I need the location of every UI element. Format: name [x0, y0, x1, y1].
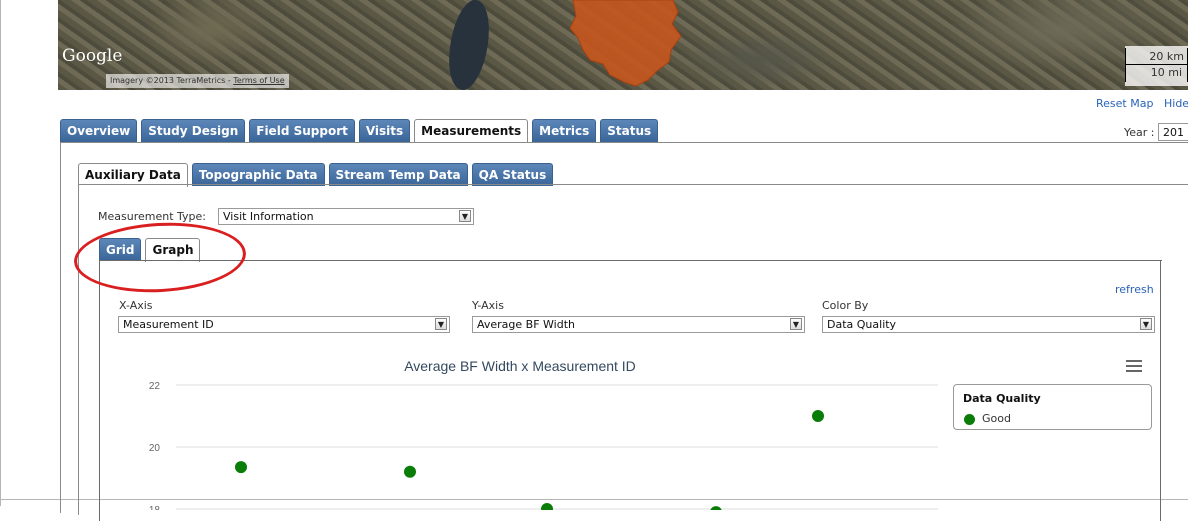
main-tabs: Overview Study Design Field Support Visi… [60, 119, 659, 143]
page-border-left [0, 0, 1, 506]
dropdown-arrow-icon: ▼ [790, 318, 802, 330]
legend-item-good[interactable]: Good [982, 412, 1011, 425]
scale-tick-left [1125, 48, 1126, 82]
color-by-value: Data Quality [827, 318, 897, 331]
refresh-link[interactable]: refresh [1115, 283, 1154, 296]
scatter-chart: Average BF Width x Measurement ID 222018 [149, 358, 938, 510]
chart-title: Average BF Width x Measurement ID [404, 358, 636, 374]
hide-map-link[interactable]: Hide [1164, 97, 1188, 110]
tab-visits[interactable]: Visits [358, 119, 411, 142]
chart-points [235, 410, 824, 510]
data-point[interactable] [541, 503, 553, 510]
tab-stream-temp-data[interactable]: Stream Temp Data [328, 163, 468, 186]
chart-legend: Data Quality Good [953, 384, 1152, 430]
chart-y-ticks: 222018 [149, 381, 161, 510]
imagery-text: Imagery ©2013 TerraMetrics - [110, 76, 234, 85]
data-point[interactable] [404, 465, 416, 478]
tab-overview[interactable]: Overview [60, 119, 138, 142]
dropdown-arrow-icon: ▼ [1140, 318, 1152, 330]
tab-study-design[interactable]: Study Design [141, 119, 246, 142]
legend-good-dot [964, 414, 975, 425]
color-by-select[interactable]: Data Quality ▼ [822, 316, 1155, 333]
tab-field-support[interactable]: Field Support [249, 119, 355, 142]
dropdown-arrow-icon: ▼ [435, 318, 447, 330]
y-axis-label: Y-Axis [472, 299, 504, 312]
x-axis-value: Measurement ID [123, 318, 214, 331]
dropdown-arrow-icon: ▼ [459, 210, 471, 222]
x-axis-label: X-Axis [119, 299, 153, 312]
year-label: Year : [1124, 126, 1155, 139]
scale-km: 20 km [1149, 50, 1184, 63]
map-scale: 20 km 10 mi [1125, 46, 1188, 86]
map-attribution: Imagery ©2013 TerraMetrics - Terms of Us… [106, 74, 289, 88]
y-tick-label: 20 [149, 443, 161, 454]
x-axis-select[interactable]: Measurement ID ▼ [118, 316, 450, 333]
data-point[interactable] [710, 506, 722, 510]
tab-status[interactable]: Status [600, 119, 659, 142]
data-point[interactable] [812, 410, 824, 422]
measurement-type-select[interactable]: Visit Information ▼ [218, 208, 474, 225]
scale-line [1125, 64, 1188, 65]
measurement-type-label: Measurement Type: [98, 210, 206, 223]
scale-mi: 10 mi [1150, 66, 1182, 79]
satellite-map[interactable]: Google Imagery ©2013 TerraMetrics - Term… [58, 0, 1188, 90]
y-tick-label: 22 [149, 381, 161, 392]
measurement-type-value: Visit Information [223, 210, 314, 223]
tab-metrics[interactable]: Metrics [532, 119, 597, 142]
terms-of-use-link[interactable]: Terms of Use [233, 76, 284, 85]
legend-title: Data Quality [963, 392, 1041, 405]
google-logo: Google [62, 46, 123, 66]
data-point[interactable] [235, 461, 247, 474]
tab-topographic-data[interactable]: Topographic Data [191, 163, 325, 186]
y-axis-value: Average BF Width [477, 318, 575, 331]
tab-measurements[interactable]: Measurements [414, 119, 529, 143]
hamburger-menu-icon[interactable] [1126, 360, 1142, 374]
year-select[interactable]: 201 [1158, 123, 1188, 141]
tab-qa-status[interactable]: QA Status [471, 163, 554, 186]
reset-map-link[interactable]: Reset Map [1096, 97, 1153, 110]
y-axis-select[interactable]: Average BF Width ▼ [472, 316, 805, 333]
color-by-label: Color By [822, 299, 869, 312]
chart-gridlines [176, 384, 938, 510]
